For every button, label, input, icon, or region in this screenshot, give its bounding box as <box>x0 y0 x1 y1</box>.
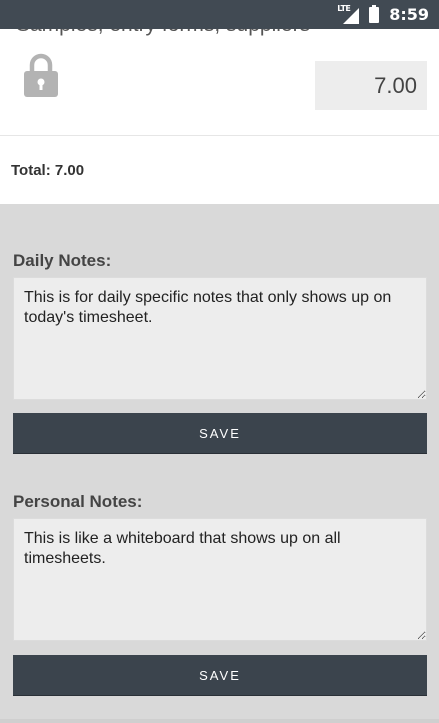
personal-notes-save-button[interactable]: SAVE <box>13 655 427 696</box>
time-entry-card: Samples, entry forms, suppliers 7.00 <box>0 29 439 136</box>
signal-strength-icon <box>343 7 360 24</box>
amount-field[interactable]: 7.00 <box>315 61 427 110</box>
battery-icon <box>369 4 380 23</box>
entry-title: Samples, entry forms, suppliers <box>16 29 310 37</box>
daily-notes-label: Daily Notes: <box>13 251 112 270</box>
total-text: Total: 7.00 <box>11 161 85 179</box>
personal-notes-input[interactable]: This is like a whiteboard that shows up … <box>13 518 427 641</box>
daily-notes-input[interactable]: This is for daily specific notes that on… <box>13 277 427 400</box>
personal-notes-label: Personal Notes: <box>13 492 143 511</box>
bottom-divider <box>0 719 439 723</box>
lock-icon <box>24 53 58 97</box>
amount-value: 7.00 <box>374 72 417 98</box>
daily-notes-save-button[interactable]: SAVE <box>13 413 427 454</box>
status-time: 8:59 <box>389 5 429 24</box>
status-bar: LTE 8:59 <box>0 0 439 29</box>
lte-signal-icon: LTE <box>337 4 360 25</box>
total-row: Total: 7.00 <box>0 136 439 204</box>
status-icons: LTE 8:59 <box>337 0 429 29</box>
